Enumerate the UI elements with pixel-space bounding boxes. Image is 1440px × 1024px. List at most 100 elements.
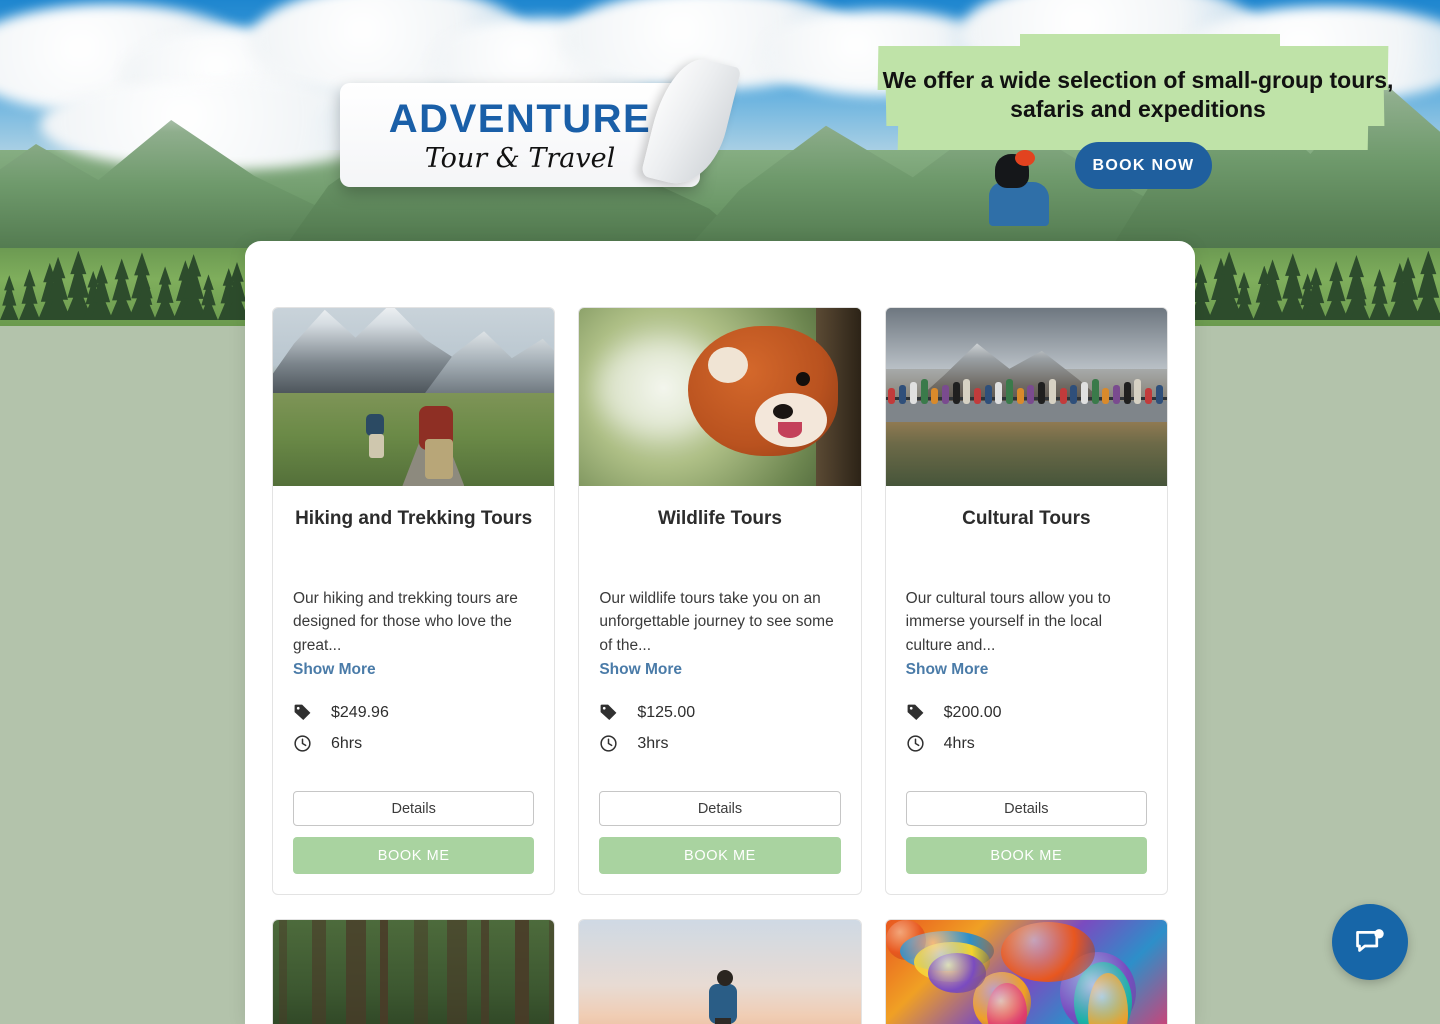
image-tourist [909,382,917,405]
logo-subtitle: Tour & Travel [424,142,616,174]
tour-card[interactable]: Wildlife Tours Our wildlife tours take y… [578,307,862,896]
image-tourists [886,379,1167,405]
tour-card-grid-row2 [245,895,1195,1024]
tour-duration: 6hrs [331,734,363,752]
image-tree-trunk [447,920,468,1024]
book-me-button[interactable]: BOOK ME [293,837,535,875]
image-tourist [888,388,896,405]
image-tourist [1038,382,1046,405]
image-tourist [1112,385,1120,405]
image-hiker [424,438,453,479]
tour-card-body: Hiking and Trekking Tours Our hiking and… [273,486,554,894]
image-painted-craft [1001,921,1095,982]
image-tourist [1145,388,1153,405]
image-tourist [1091,379,1099,405]
image-tourist [1070,385,1078,405]
logo-title: ADVENTURE [388,96,652,141]
image-tourist [899,385,907,405]
show-more-link[interactable]: Show More [293,661,376,679]
details-button[interactable]: Details [599,791,841,827]
tour-card[interactable] [578,919,862,1024]
tour-duration-row: 3hrs [599,734,840,753]
pine-tree [19,269,41,320]
climber-photo-element [985,150,1055,226]
image-tree-trunk [413,920,428,1024]
book-now-button[interactable]: BOOK NOW [1075,142,1212,189]
tour-card[interactable] [884,919,1168,1024]
image-tree-trunk [514,920,529,1024]
price-tag-icon [600,705,617,721]
tour-meta: $125.00 3hrs [599,703,840,753]
image-tourist [1134,379,1142,405]
clock-icon [294,735,311,753]
tour-meta: $200.00 4hrs [906,703,1147,753]
tour-description: Our cultural tours allow you to immerse … [905,589,1111,654]
climber-beanie-pom [1015,150,1035,166]
tour-title: Hiking and Trekking Tours [295,508,533,529]
content-panel: Hiking and Trekking Tours Our hiking and… [245,241,1195,1024]
image-tourist [963,379,971,405]
price-tag-icon [294,705,311,721]
image-tourist [1027,385,1035,405]
image-tourist [1048,379,1056,405]
details-button[interactable]: Details [905,791,1147,827]
hero-tagline: We offer a wide selection of small-group… [882,67,1394,123]
image-tree-trunk [346,920,367,1024]
book-me-button[interactable]: BOOK ME [905,837,1147,875]
image-red-panda-tongue [777,421,802,438]
show-more-link[interactable]: Show More [599,661,682,679]
book-me-button[interactable]: BOOK ME [599,837,841,875]
image-canyon [885,414,1167,486]
image-tree-trunk [312,920,327,1024]
image-tourist [1016,388,1024,405]
chat-bubble-icon [1356,929,1384,952]
details-button[interactable]: Details [293,791,535,827]
image-tourist [1006,379,1014,405]
image-tourist [1080,382,1088,405]
tour-price-row: $200.00 [906,703,1147,722]
image-tourist [995,382,1003,405]
image-tourist [920,379,928,405]
tour-meta: $249.96 6hrs [293,703,534,753]
pine-tree [1414,250,1440,320]
tour-price: $249.96 [331,703,389,721]
tour-title: Cultural Tours [962,508,1091,529]
tour-actions: Details BOOK ME [293,753,535,875]
tour-price-row: $249.96 [293,703,534,722]
tour-description: Our hiking and trekking tours are design… [293,589,518,654]
tour-card[interactable]: Hiking and Trekking Tours Our hiking and… [272,307,556,896]
tour-duration-row: 6hrs [293,734,534,753]
pine-tree [1324,261,1349,320]
chat-widget-button[interactable] [1332,904,1408,980]
image-tourist [952,382,960,405]
tour-card-grid: Hiking and Trekking Tours Our hiking and… [245,241,1195,896]
tour-image-sunset [579,920,861,1024]
tour-actions: Details BOOK ME [905,753,1147,875]
image-tree-trunk [379,920,388,1024]
tour-price-row: $125.00 [599,703,840,722]
clock-icon [907,735,924,753]
tour-title: Wildlife Tours [657,508,782,529]
image-tourist [1059,388,1067,405]
image-tourist [941,385,949,405]
image-tree-trunk [481,920,490,1024]
pine-tree [1369,269,1391,320]
tour-actions: Details BOOK ME [599,753,841,875]
tour-price: $125.00 [637,703,696,721]
image-hiker [708,970,739,1024]
image-tourist [1155,385,1163,405]
hero-tagline-block: We offer a wide selection of small-group… [877,34,1398,150]
tour-image-wildlife [579,308,861,486]
tour-card[interactable]: Cultural Tours Our cultural tours allow … [884,307,1168,896]
image-tourist [1123,382,1131,405]
tour-card[interactable] [272,919,556,1024]
image-red-panda-eye [796,372,811,387]
image-tourist [1102,388,1110,405]
image-hiker-legs [714,1018,731,1024]
price-tag-icon [907,705,924,721]
show-more-link[interactable]: Show More [906,661,989,679]
tour-duration: 3hrs [637,734,669,752]
pine-tree [154,266,177,320]
image-tourist [973,388,981,405]
pine-tree [0,275,19,320]
